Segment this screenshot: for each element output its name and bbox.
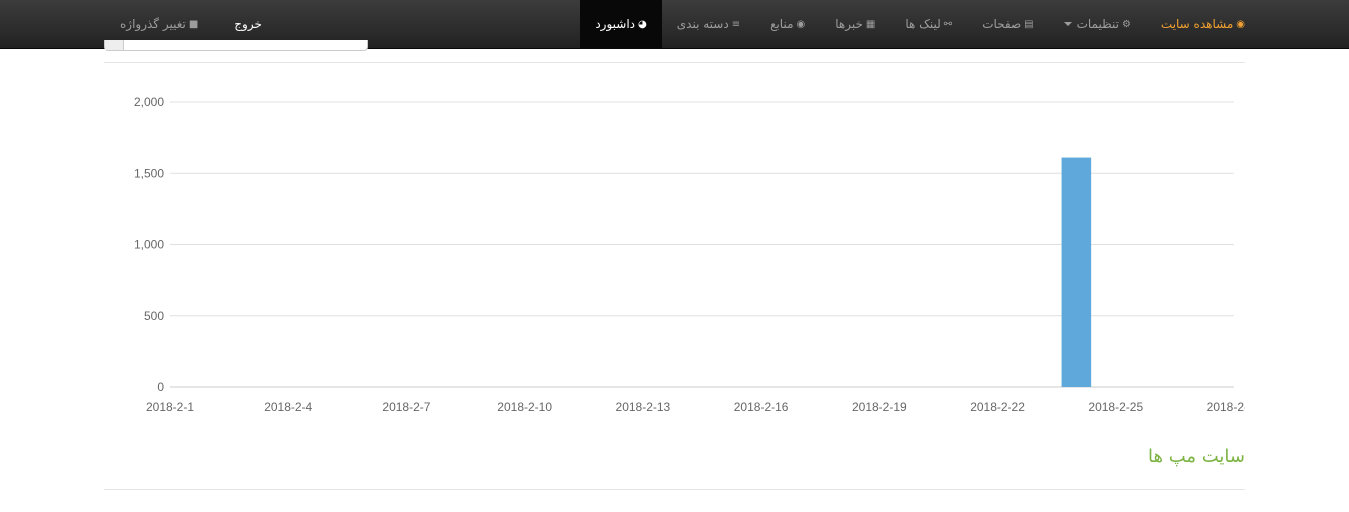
nav-settings-label: تنظیمات bbox=[1076, 17, 1119, 31]
nav-categories[interactable]: ≡ دسته بندی bbox=[662, 0, 755, 48]
x-tick-label: 2018-2-22 bbox=[970, 400, 1025, 414]
x-tick-label: 2018-2-13 bbox=[616, 400, 671, 414]
divider bbox=[104, 489, 1245, 490]
view-site-link[interactable]: ◉ مشاهده سایت bbox=[1146, 0, 1245, 48]
x-tick-label: 2018-2-4 bbox=[264, 400, 312, 414]
newspaper-icon: ▦ bbox=[865, 18, 876, 30]
y-tick-label: 1,000 bbox=[134, 238, 164, 252]
logout-label: خروج bbox=[234, 17, 262, 31]
file-icon: ▤ bbox=[1024, 18, 1034, 30]
y-tick-label: 0 bbox=[157, 380, 164, 394]
x-tick-label: 2018-2-10 bbox=[497, 400, 552, 414]
nav-pages-label: صفحات bbox=[982, 17, 1022, 31]
rss-icon: ◉ bbox=[1236, 18, 1245, 30]
nav-pages[interactable]: ▤ صفحات bbox=[967, 0, 1048, 48]
lock-icon: ■ bbox=[188, 18, 199, 30]
change-password-label: تغییر گذرواژه bbox=[120, 17, 186, 31]
bar[interactable] bbox=[1061, 157, 1092, 387]
date-range-input[interactable] bbox=[104, 40, 368, 51]
x-tick-label: 2018-2-16 bbox=[734, 400, 789, 414]
gears-icon: ⚙ bbox=[1121, 18, 1131, 30]
list-icon: ≡ bbox=[731, 18, 741, 30]
y-tick-label: 500 bbox=[144, 309, 164, 323]
nav-sources-label: منابع bbox=[770, 17, 794, 31]
y-tick-label: 2,000 bbox=[134, 95, 164, 109]
nav-categories-label: دسته بندی bbox=[676, 17, 729, 31]
caret-down-icon bbox=[1063, 22, 1072, 26]
rss-icon: ◉ bbox=[796, 18, 806, 30]
x-tick-label: 2018-2-28 bbox=[1207, 400, 1245, 414]
x-tick-label: 2018-2-1 bbox=[146, 400, 194, 414]
nav-news-label: خبرها bbox=[835, 17, 863, 31]
nav-links[interactable]: ⚯ لینک ها bbox=[890, 0, 967, 48]
y-tick-label: 1,500 bbox=[134, 166, 164, 180]
x-tick-label: 2018-2-19 bbox=[852, 400, 907, 414]
date-input-addon bbox=[105, 40, 124, 50]
stats-bar-chart: 0 500 1,000 1,500 2,000 2018-2-1 2018-2-4 2018-… bbox=[134, 95, 1245, 414]
main-menu: ◉ مشاهده سایت ⚙ تنظیمات ▤ صفحات ⚯ لینک ها ▦ خبرها… bbox=[580, 0, 1245, 48]
divider bbox=[104, 62, 1245, 63]
nav-sources[interactable]: ◉ منابع bbox=[755, 0, 820, 48]
nav-settings[interactable]: ⚙ تنظیمات bbox=[1049, 0, 1146, 48]
nav-news[interactable]: ▦ خبرها bbox=[820, 0, 890, 48]
link-icon: ⚯ bbox=[943, 18, 953, 30]
view-site-link-label: مشاهده سایت bbox=[1160, 17, 1234, 31]
nav-dashboard[interactable]: ◕ داشبورد bbox=[580, 0, 662, 48]
x-tick-label: 2018-2-7 bbox=[382, 400, 430, 414]
sitemaps-title: سایت مپ ها bbox=[1148, 446, 1245, 467]
nav-dashboard-label: داشبورد bbox=[595, 17, 636, 31]
dashboard-icon: ◕ bbox=[638, 18, 647, 30]
x-tick-label: 2018-2-25 bbox=[1088, 400, 1143, 414]
nav-links-label: لینک ها bbox=[905, 17, 941, 31]
